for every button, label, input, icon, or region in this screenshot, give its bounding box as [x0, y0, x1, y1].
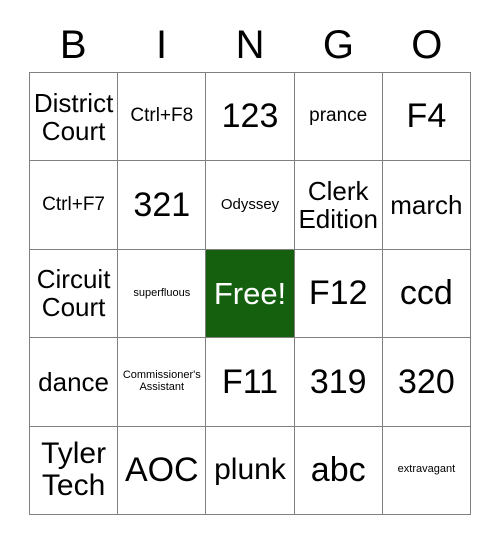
bingo-cell[interactable]: 319 — [294, 338, 383, 427]
bingo-cell-label: Clerk Edition — [298, 176, 378, 235]
bingo-cell-label: 319 — [309, 362, 367, 401]
bingo-cell-label: prance — [309, 105, 368, 127]
bingo-cell-label: Tyler Tech — [41, 436, 107, 503]
bingo-cell[interactable]: superfluous — [118, 249, 207, 339]
bingo-cell[interactable]: Odyssey — [206, 161, 295, 250]
bingo-cell-label: Ctrl+F7 — [42, 193, 105, 215]
bingo-cell-label: ccd — [399, 274, 453, 313]
bingo-cell[interactable]: Ctrl+F8 — [118, 73, 207, 162]
bingo-cell[interactable]: 321 — [118, 161, 207, 250]
bingo-cell[interactable]: ccd — [382, 249, 471, 339]
bingo-header-letter-b: B — [59, 23, 87, 67]
bingo-cell-label: march — [390, 190, 463, 221]
bingo-free-space[interactable]: Free! — [206, 249, 295, 339]
bingo-cell[interactable]: District Court — [30, 73, 119, 162]
bingo-cell-label: Odyssey — [220, 196, 280, 213]
bingo-cell[interactable]: Clerk Edition — [294, 161, 383, 250]
bingo-cell[interactable]: AOC — [118, 426, 207, 515]
bingo-cell-label: Free! — [213, 275, 287, 311]
bingo-cell[interactable]: Ctrl+F7 — [30, 161, 119, 250]
bingo-cell-label: Circuit Court — [36, 264, 111, 323]
bingo-cell[interactable]: abc — [294, 426, 383, 515]
bingo-cell-label: extravagant — [397, 463, 456, 476]
bingo-cell[interactable]: 123 — [206, 73, 295, 162]
bingo-cell[interactable]: Tyler Tech — [30, 426, 119, 515]
bingo-header-letter-o: O — [411, 23, 443, 67]
bingo-card: B I N G O District Court Ctrl+F8 123 prance F4 Ct… — [0, 0, 500, 544]
bingo-grid: District Court Ctrl+F8 123 prance F4 Ctrl+F7 3… — [29, 72, 471, 515]
bingo-cell[interactable]: F11 — [206, 338, 295, 427]
bingo-cell-label: superfluous — [133, 286, 191, 299]
bingo-cell[interactable]: F12 — [294, 249, 383, 339]
bingo-cell[interactable]: dance — [30, 338, 119, 427]
bingo-cell[interactable]: extravagant — [382, 426, 471, 515]
bingo-cell-label: F4 — [406, 97, 447, 136]
bingo-cell[interactable]: prance — [294, 73, 383, 162]
bingo-cell[interactable]: plunk — [206, 426, 295, 515]
bingo-header-letter-n: N — [235, 23, 265, 67]
bingo-cell[interactable]: Circuit Court — [30, 249, 119, 339]
bingo-cell-label: dance — [38, 366, 110, 397]
bingo-cell[interactable]: march — [382, 161, 471, 250]
bingo-header: BINGO — [29, 18, 471, 72]
bingo-cell-label: 123 — [221, 97, 279, 136]
bingo-cell-label: AOC — [124, 450, 199, 489]
bingo-cell[interactable]: 320 — [382, 338, 471, 427]
bingo-cell-label: plunk — [214, 453, 286, 487]
bingo-cell-label: F12 — [308, 274, 368, 313]
bingo-cell[interactable]: F4 — [382, 73, 471, 162]
bingo-cell-label: Commissioner's Assistant — [122, 369, 201, 393]
bingo-cell-label: Ctrl+F8 — [130, 105, 194, 127]
bingo-cell-label: 321 — [133, 185, 191, 224]
bingo-cell-label: 320 — [398, 362, 455, 401]
bingo-header-letter-g: G — [322, 23, 354, 67]
bingo-cell-label: abc — [310, 450, 366, 489]
bingo-cell-label: District Court — [33, 87, 114, 146]
bingo-cell-label: F11 — [221, 362, 279, 401]
bingo-cell[interactable]: Commissioner's Assistant — [118, 338, 207, 427]
bingo-header-letter-i: I — [156, 23, 168, 67]
